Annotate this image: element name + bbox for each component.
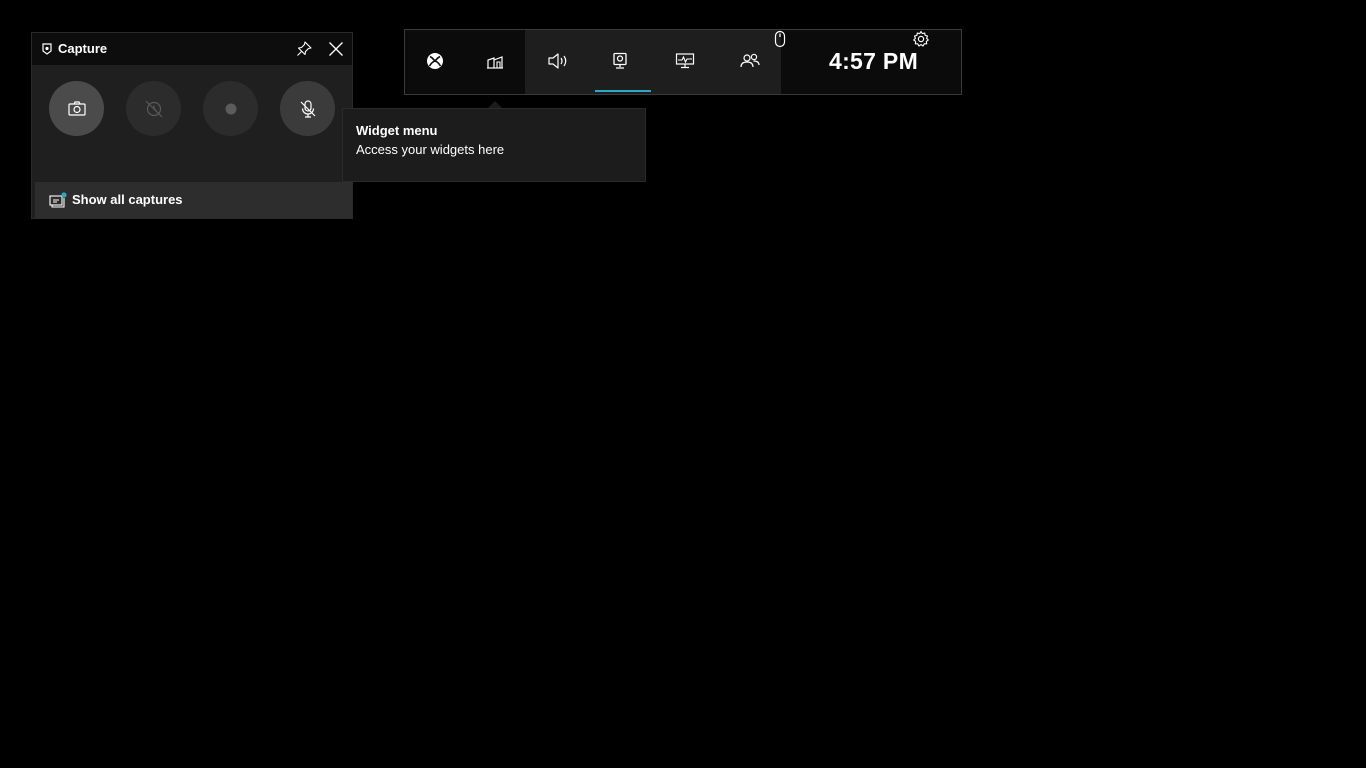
pin-icon[interactable] [294,39,314,59]
capture-widget-header[interactable]: Capture [32,33,352,65]
audio-widget-button[interactable] [527,30,585,94]
widget-menu-tooltip: Widget menu Access your widgets here [342,108,646,182]
performance-widget-button[interactable] [655,30,713,94]
settings-button[interactable] [913,30,957,94]
capture-widget-button[interactable] [591,30,651,94]
clock: 4:57 PM [829,48,919,74]
gallery-icon [49,192,67,208]
camera-badge-icon [41,43,53,55]
capture-widget: Capture Show all captures [31,32,353,219]
mouse-button[interactable] [774,30,819,94]
tooltip-title: Widget menu [356,123,438,138]
screenshot-button[interactable] [49,81,104,136]
close-icon[interactable] [326,39,346,59]
social-widget-button[interactable] [719,30,777,94]
xbox-button[interactable] [406,30,464,94]
game-bar-status-group: 4:57 PM [774,30,961,94]
record-last-30s-button[interactable] [126,81,181,136]
show-all-captures-label: Show all captures [72,192,183,207]
capture-widget-title: Capture [58,41,108,56]
widget-menu-button[interactable] [465,30,523,94]
show-all-captures-button[interactable]: Show all captures [35,182,352,218]
game-bar-widgets-group [525,30,781,94]
tooltip-body: Access your widgets here [356,142,505,157]
game-bar-home-group [405,30,525,94]
active-tab-indicator [595,90,651,92]
game-bar: 4:57 PM [404,29,962,95]
mic-toggle-button[interactable] [280,81,335,136]
start-recording-button[interactable] [203,81,258,136]
